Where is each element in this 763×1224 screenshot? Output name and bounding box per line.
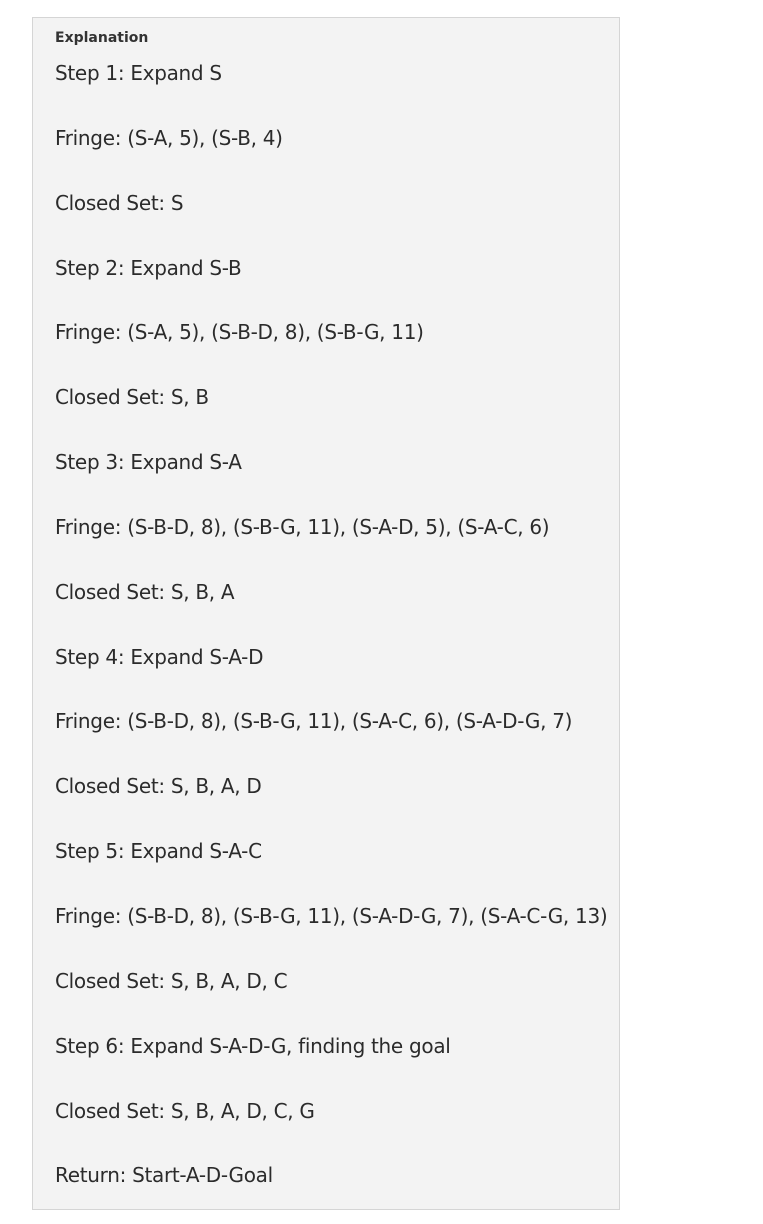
explanation-line: Closed Set: S, B, A, D, C, G bbox=[55, 1098, 315, 1123]
explanation-line: Step 6: Expand S-A-D-G, finding the goal bbox=[55, 1033, 451, 1058]
explanation-line: Step 1: Expand S bbox=[55, 61, 222, 85]
explanation-line: Fringe: (S-A, 5), (S-B-D, 8), (S-B-G, 11… bbox=[55, 320, 424, 345]
explanation-line: Step 4: Expand S-A-D bbox=[55, 644, 264, 669]
explanation-line: Closed Set: S, B, A bbox=[55, 579, 235, 604]
explanation-line: Closed Set: S, B bbox=[55, 385, 209, 410]
explanation-line: Fringe: (S-B-D, 8), (S-B-G, 11), (S-A-D-… bbox=[55, 903, 608, 928]
explanation-line: Fringe: (S-B-D, 8), (S-B-G, 11), (S-A-D,… bbox=[55, 514, 550, 539]
explanation-line: Closed Set: S bbox=[55, 190, 184, 215]
explanation-line: Return: Start-A-D-Goal bbox=[55, 1163, 273, 1188]
explanation-line: Fringe: (S-B-D, 8), (S-B-G, 11), (S-A-C,… bbox=[55, 709, 573, 734]
explanation-line: Step 3: Expand S-A bbox=[55, 450, 242, 475]
explanation-title: Explanation bbox=[55, 30, 149, 46]
explanation-line: Step 5: Expand S-A-C bbox=[55, 839, 262, 864]
explanation-line: Fringe: (S-A, 5), (S-B, 4) bbox=[55, 125, 283, 150]
explanation-line: Step 2: Expand S-B bbox=[55, 255, 242, 280]
explanation-lines: Step 1: Expand S Fringe: (S-A, 5), (S-B,… bbox=[55, 57, 608, 1224]
explanation-line: Closed Set: S, B, A, D bbox=[55, 774, 262, 799]
explanation-line: Closed Set: S, B, A, D, C bbox=[55, 968, 288, 993]
explanation-panel: Explanation Step 1: Expand S Fringe: (S-… bbox=[32, 17, 620, 1210]
